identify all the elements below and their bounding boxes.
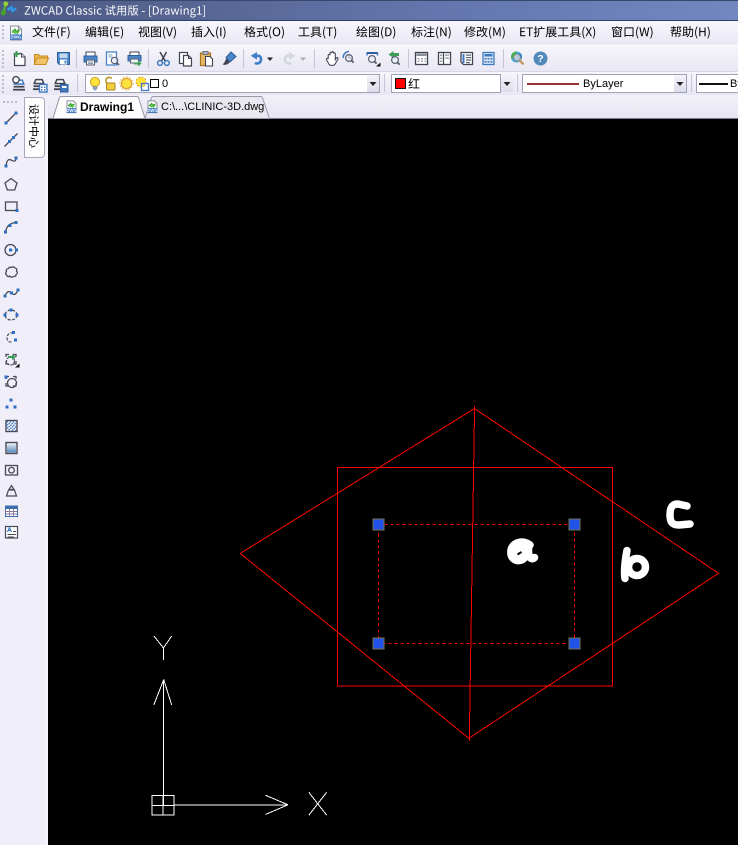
svg-text:DWG: DWG — [147, 108, 158, 113]
svg-text:DWG: DWG — [10, 35, 22, 40]
svg-text:DWG: DWG — [66, 108, 77, 113]
svg-text:?: ? — [537, 53, 543, 65]
